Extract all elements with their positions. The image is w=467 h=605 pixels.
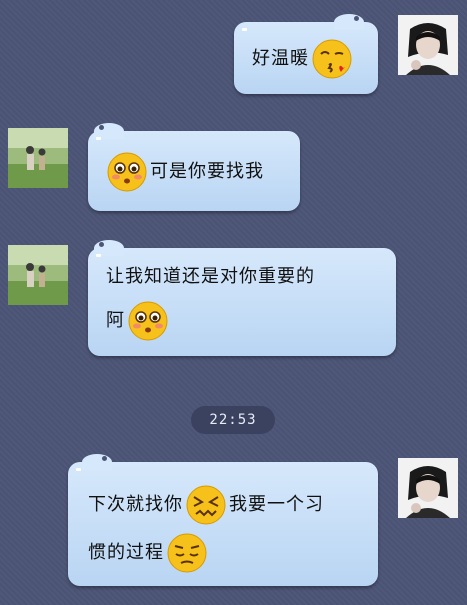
message-bubble-incoming[interactable]: 可是你要找我 [88,123,300,211]
self-avatar[interactable] [398,15,458,75]
message-text: 我要一个习 [229,494,324,516]
kiss-face-emoji [311,38,353,80]
confounded-face-emoji [185,484,227,526]
message-bubble-outgoing[interactable]: 下次就找你 我要一个习 惯的过程 [68,454,378,586]
timestamp: 22:53 [191,406,275,434]
message-text: 可是你要找我 [150,161,264,183]
message-text: 下次就找你 [88,494,183,516]
blushing-face-emoji [106,151,148,193]
message-bubble-outgoing[interactable]: 好温暖 [234,14,378,94]
contact-avatar[interactable] [8,128,68,188]
message-text: 惯的过程 [88,542,164,564]
self-avatar[interactable] [398,458,458,518]
message-text: 阿 [106,310,125,332]
pensive-face-emoji [166,532,208,574]
message-bubble-incoming[interactable]: 让我知道还是对你重要的 阿 [88,240,396,356]
message-text: 让我知道还是对你重要的 [106,266,315,287]
contact-avatar[interactable] [8,245,68,305]
message-text: 好温暖 [252,48,309,70]
blushing-face-emoji [127,300,169,342]
